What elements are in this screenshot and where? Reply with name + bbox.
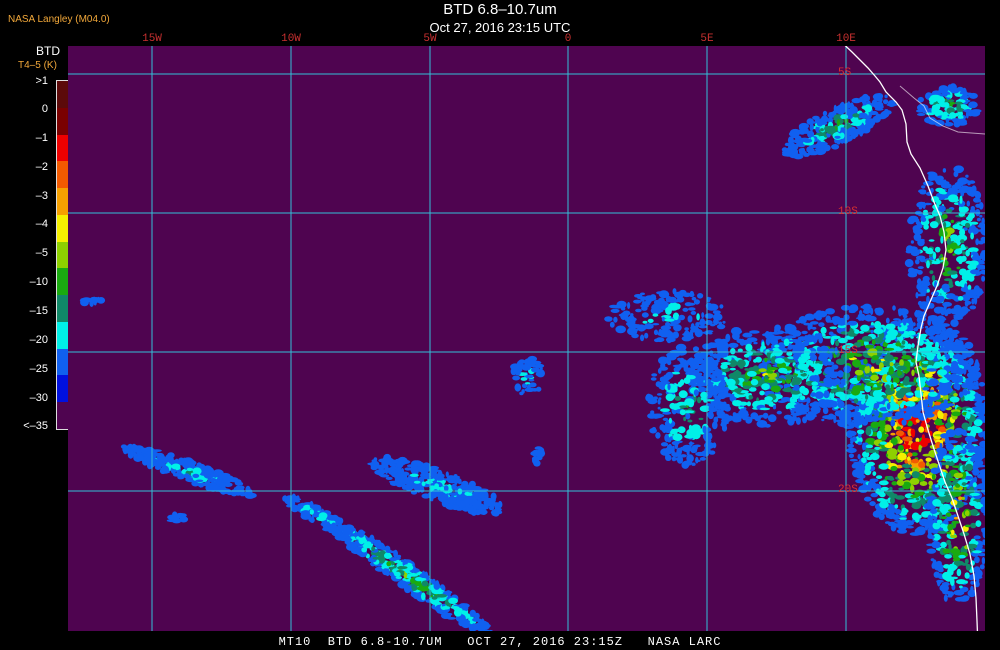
legend-tick-label: –4 — [35, 218, 48, 230]
footer-caption: MT10 BTD 6.8-10.7UM OCT 27, 2016 23:15Z … — [278, 635, 722, 649]
legend-title: BTD — [36, 44, 60, 58]
satellite-map — [68, 46, 985, 631]
longitude-label: 5W — [423, 33, 437, 45]
latitude-label: 20S — [838, 484, 858, 496]
latitude-label: 5S — [838, 67, 852, 79]
legend-tick-label: –1 — [35, 132, 48, 144]
latitude-label: 10S — [838, 206, 858, 218]
legend-tick-label: –15 — [29, 305, 48, 317]
legend-tick-label: –3 — [35, 190, 48, 202]
legend-units: T4–5 (K) — [18, 60, 57, 71]
latitude-label: 15S — [838, 345, 858, 357]
legend-tick-label: –5 — [35, 247, 48, 259]
legend-tick-label: –30 — [29, 392, 48, 404]
cloud-layer — [79, 83, 985, 631]
longitude-label: 0 — [564, 33, 572, 45]
legend-tick-label: <–35 — [23, 420, 48, 432]
legend-tick-label: –2 — [35, 161, 48, 173]
legend-tick-label: 0 — [41, 103, 48, 115]
legend-tick-label: –25 — [29, 363, 48, 375]
longitude-label: 10E — [836, 33, 856, 45]
map-title: BTD 6.8–10.7um — [443, 1, 557, 18]
legend-tick-label: >1 — [35, 75, 48, 87]
longitude-label: 10W — [281, 33, 301, 45]
legend-tick-label: –10 — [29, 276, 48, 288]
map-graphic — [68, 46, 985, 631]
longitude-label: 15W — [142, 33, 162, 45]
longitude-label: 5E — [700, 33, 714, 45]
legend-tick-label: –20 — [29, 334, 48, 346]
